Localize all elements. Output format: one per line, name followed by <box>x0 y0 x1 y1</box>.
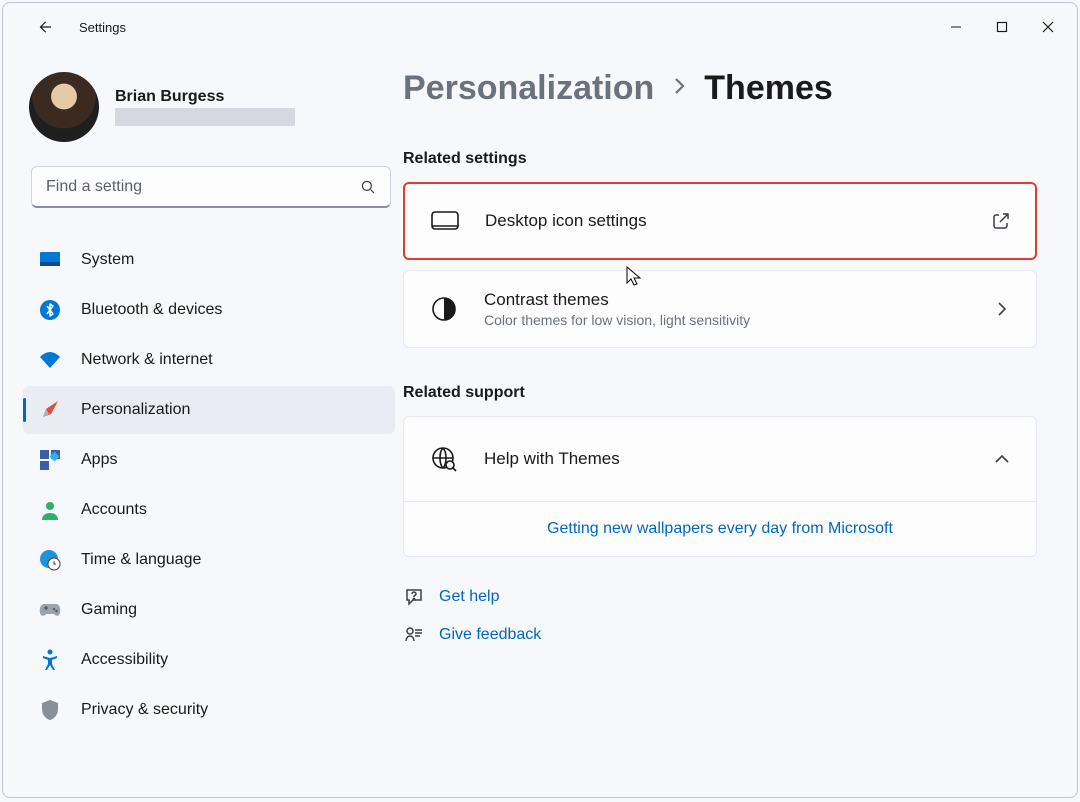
desktop-icon <box>429 205 461 237</box>
get-help-link[interactable]: Get help <box>403 587 1037 607</box>
sidebar-item-label: Accounts <box>81 501 147 519</box>
help-with-themes-card: Help with Themes Getting new wallpapers … <box>403 416 1037 557</box>
footer-links: Get help Give feedback <box>403 587 1037 665</box>
titlebar: Settings <box>3 3 1077 51</box>
help-chat-icon <box>403 587 425 607</box>
sidebar-item-bluetooth[interactable]: Bluetooth & devices <box>23 286 395 334</box>
person-icon <box>39 499 61 521</box>
maximize-button[interactable] <box>979 11 1025 43</box>
shield-icon <box>39 699 61 721</box>
feedback-icon <box>403 625 425 645</box>
related-support-section: Related support Help with Themes <box>403 384 1037 557</box>
close-button[interactable] <box>1025 11 1071 43</box>
chevron-right-icon <box>672 76 686 102</box>
arrow-left-icon <box>36 18 54 36</box>
desktop-icon-settings-card[interactable]: Desktop icon settings <box>403 182 1037 260</box>
sidebar-item-accounts[interactable]: Accounts <box>23 486 395 534</box>
card-title: Help with Themes <box>484 449 990 469</box>
sidebar-item-time-language[interactable]: Time & language <box>23 536 395 584</box>
contrast-themes-card[interactable]: Contrast themes Color themes for low vis… <box>403 270 1037 348</box>
section-heading: Related settings <box>403 150 1037 168</box>
minimize-button[interactable] <box>933 11 979 43</box>
open-external-icon <box>989 212 1013 230</box>
profile-block[interactable]: Brian Burgess <box>23 66 395 142</box>
search-input[interactable] <box>31 166 391 208</box>
close-icon <box>1042 21 1054 33</box>
profile-email-redacted <box>115 108 295 126</box>
sidebar-item-label: System <box>81 251 134 269</box>
search-icon <box>359 178 377 196</box>
sidebar: Brian Burgess System Bluetooth & devices <box>3 51 403 797</box>
sidebar-item-system[interactable]: System <box>23 236 395 284</box>
sidebar-item-apps[interactable]: Apps <box>23 436 395 484</box>
link-label: Get help <box>439 588 499 606</box>
avatar <box>29 72 99 142</box>
sidebar-item-label: Gaming <box>81 601 137 619</box>
wifi-icon <box>39 349 61 371</box>
apps-icon <box>39 449 61 471</box>
support-link[interactable]: Getting new wallpapers every day from Mi… <box>547 520 893 537</box>
breadcrumb: Personalization Themes <box>403 69 1037 108</box>
paintbrush-icon <box>39 399 61 421</box>
sidebar-item-label: Time & language <box>81 551 201 569</box>
related-settings-section: Related settings Desktop icon settings <box>403 150 1037 348</box>
sidebar-item-privacy[interactable]: Privacy & security <box>23 686 395 734</box>
sidebar-item-label: Personalization <box>81 401 190 419</box>
sidebar-item-accessibility[interactable]: Accessibility <box>23 636 395 684</box>
display-icon <box>39 249 61 271</box>
sidebar-item-label: Network & internet <box>81 351 213 369</box>
card-title: Desktop icon settings <box>485 211 989 231</box>
chevron-up-icon <box>990 453 1014 465</box>
gamepad-icon <box>39 599 61 621</box>
breadcrumb-parent[interactable]: Personalization <box>403 69 654 108</box>
page-title: Themes <box>704 69 833 108</box>
maximize-icon <box>996 21 1008 33</box>
nav: System Bluetooth & devices Network & int… <box>23 236 395 734</box>
sidebar-item-label: Bluetooth & devices <box>81 301 222 319</box>
globe-clock-icon <box>39 549 61 571</box>
sidebar-item-personalization[interactable]: Personalization <box>23 386 395 434</box>
card-subtitle: Color themes for low vision, light sensi… <box>484 312 990 328</box>
chevron-right-icon <box>990 300 1014 318</box>
sidebar-item-network[interactable]: Network & internet <box>23 336 395 384</box>
sidebar-item-label: Privacy & security <box>81 701 208 719</box>
main: Personalization Themes Related settings … <box>403 51 1077 797</box>
contrast-icon <box>428 293 460 325</box>
section-heading: Related support <box>403 384 1037 402</box>
link-label: Give feedback <box>439 626 541 644</box>
profile-name: Brian Burgess <box>115 88 295 106</box>
app-title: Settings <box>79 20 126 35</box>
back-button[interactable] <box>31 13 59 41</box>
support-link-row: Getting new wallpapers every day from Mi… <box>404 501 1036 556</box>
give-feedback-link[interactable]: Give feedback <box>403 625 1037 645</box>
card-title: Contrast themes <box>484 290 990 310</box>
bluetooth-icon <box>39 299 61 321</box>
sidebar-item-gaming[interactable]: Gaming <box>23 586 395 634</box>
minimize-icon <box>950 21 962 33</box>
sidebar-item-label: Accessibility <box>81 651 168 669</box>
help-with-themes-toggle[interactable]: Help with Themes <box>404 417 1036 501</box>
sidebar-item-label: Apps <box>81 451 117 469</box>
globe-search-icon <box>428 443 460 475</box>
accessibility-icon <box>39 649 61 671</box>
